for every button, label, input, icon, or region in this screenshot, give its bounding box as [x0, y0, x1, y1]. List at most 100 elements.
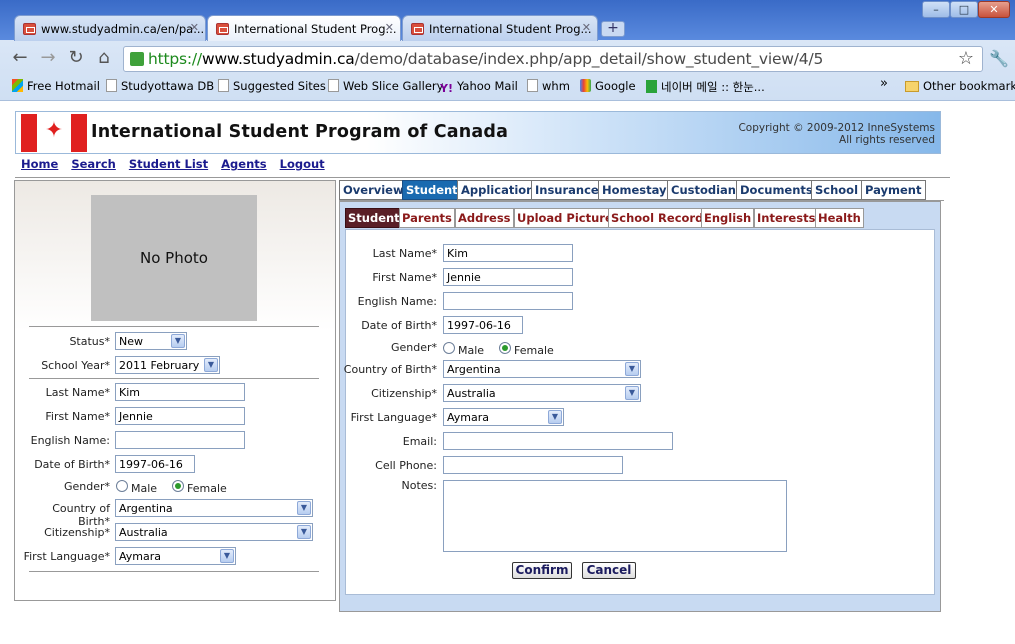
bookmarks-overflow-chevron-icon[interactable]: » — [880, 76, 888, 91]
confirm-button[interactable]: Confirm — [512, 562, 572, 579]
country-value: Argentina — [119, 502, 173, 515]
browser-tab-1[interactable]: www.studyadmin.ca/en/pa... ✕ — [14, 15, 206, 41]
url-path: /demo/database/index.php/app_detail/show… — [354, 50, 824, 68]
reload-icon[interactable]: ↻ — [65, 48, 87, 68]
school-year-select[interactable]: 2011 February ▼ — [115, 356, 220, 374]
gender-female-radio[interactable] — [172, 480, 184, 492]
tab-application[interactable]: Application — [457, 180, 539, 200]
form-dob-field[interactable]: 1997-06-16 — [443, 316, 523, 334]
subtab-school-record[interactable]: School Record — [608, 208, 707, 228]
tab-overview[interactable]: Overview — [339, 180, 408, 200]
tab-insurance[interactable]: Insurance — [531, 180, 603, 200]
form-first-name-field[interactable]: Jennie — [443, 268, 573, 286]
first-language-label: First Language* — [23, 550, 110, 563]
tab-school[interactable]: School — [811, 180, 863, 200]
form-country-of-birth-label: Country of Birth* — [343, 363, 437, 376]
site-favicon-icon — [411, 23, 424, 35]
nav-search-link[interactable]: Search — [71, 157, 116, 171]
address-bar[interactable]: https://www.studyadmin.ca/demo/database/… — [123, 46, 983, 72]
subtab-english[interactable]: English — [701, 208, 755, 228]
window-close-button[interactable]: ✕ — [978, 1, 1010, 18]
browser-tab-label: www.studyadmin.ca/en/pa... — [41, 22, 205, 36]
subtab-health[interactable]: Health — [815, 208, 864, 228]
tab-documents[interactable]: Documents — [736, 180, 817, 200]
subtab-interests[interactable]: Interests — [754, 208, 819, 228]
tab-student[interactable]: Student — [402, 180, 462, 200]
form-first-language-select[interactable]: Aymara ▼ — [443, 408, 564, 426]
first-name-field[interactable]: Jennie — [115, 407, 245, 425]
nav-agents-link[interactable]: Agents — [221, 157, 266, 171]
new-tab-button[interactable]: + — [601, 21, 625, 37]
dob-label: Date of Birth* — [34, 458, 110, 471]
form-gender-female-radio[interactable] — [499, 342, 511, 354]
back-arrow-icon[interactable]: ← — [9, 48, 31, 68]
form-country-of-birth-select[interactable]: Argentina ▼ — [443, 360, 641, 378]
last-name-field[interactable]: Kim — [115, 383, 245, 401]
copyright-line: Copyright © 2009-2012 InneSystems — [738, 122, 935, 134]
form-citizenship-select[interactable]: Australia ▼ — [443, 384, 641, 402]
subtab-student[interactable]: Student — [345, 208, 403, 228]
nav-home-link[interactable]: Home — [21, 157, 58, 171]
bookmarks-bar: Free Hotmail Studyottawa DB Suggested Si… — [0, 76, 1015, 98]
tab-payment[interactable]: Payment — [861, 180, 926, 200]
form-gender-male-radio[interactable] — [443, 342, 455, 354]
minimize-button[interactable]: – — [922, 1, 950, 18]
close-icon[interactable]: ✕ — [385, 21, 394, 34]
form-english-name-label: English Name: — [357, 295, 437, 308]
subtab-upload-picture[interactable]: Upload Picture — [514, 208, 616, 228]
first-language-select[interactable]: Aymara ▼ — [115, 547, 236, 565]
chevron-down-icon: ▼ — [297, 501, 311, 515]
form-gender-label: Gender* — [390, 341, 437, 354]
yahoo-icon: Y! — [440, 82, 453, 95]
bookmark-label: Studyottawa DB — [121, 79, 215, 93]
form-first-name-label: First Name* — [372, 271, 437, 284]
chevron-down-icon: ▼ — [625, 386, 639, 400]
bookmark-suggested-sites[interactable]: Suggested Sites — [218, 79, 326, 93]
form-last-name-field[interactable]: Kim — [443, 244, 573, 262]
status-value: New — [119, 335, 143, 348]
status-select[interactable]: New ▼ — [115, 332, 187, 350]
country-of-birth-select[interactable]: Argentina ▼ — [115, 499, 313, 517]
close-icon[interactable]: ✕ — [190, 21, 199, 34]
form-cell-phone-field[interactable] — [443, 456, 623, 474]
bookmark-naver-mail[interactable]: 네이버 메일 :: 한눈... — [646, 79, 765, 95]
subtab-parents[interactable]: Parents — [399, 208, 455, 228]
bookmark-yahoo-mail[interactable]: Y! Yahoo Mail — [440, 79, 518, 95]
close-icon[interactable]: ✕ — [582, 21, 591, 34]
browser-tab-2[interactable]: International Student Prog... ✕ — [207, 15, 401, 41]
bookmark-free-hotmail[interactable]: Free Hotmail — [12, 79, 100, 93]
tab-custodian[interactable]: Custodian — [667, 180, 740, 200]
bookmark-studyottawa-db[interactable]: Studyottawa DB — [106, 79, 214, 93]
form-dob-label: Date of Birth* — [361, 319, 437, 332]
status-label: Status* — [69, 335, 110, 348]
bookmark-google[interactable]: Google — [580, 79, 636, 93]
form-first-language-label: First Language* — [350, 411, 437, 424]
bookmark-star-icon[interactable]: ☆ — [958, 48, 974, 69]
citizenship-select[interactable]: Australia ▼ — [115, 523, 313, 541]
gender-male-radio[interactable] — [116, 480, 128, 492]
form-english-name-field[interactable] — [443, 292, 573, 310]
wrench-icon[interactable]: 🔧 — [989, 49, 1009, 68]
bookmark-label: 네이버 메일 :: 한눈... — [661, 80, 765, 94]
dob-field[interactable]: 1997-06-16 — [115, 455, 195, 473]
page-icon — [218, 79, 229, 92]
bookmark-web-slice-gallery[interactable]: Web Slice Gallery — [328, 79, 443, 93]
bookmark-whm[interactable]: whm — [527, 79, 570, 93]
country-of-birth-label: Country of Birth* — [52, 502, 110, 528]
cancel-button[interactable]: Cancel — [582, 562, 636, 579]
browser-tab-3[interactable]: International Student Prog... ✕ — [402, 15, 598, 41]
nav-student-list-link[interactable]: Student List — [129, 157, 208, 171]
nav-logout-link[interactable]: Logout — [280, 157, 325, 171]
language-value: Aymara — [119, 550, 162, 563]
tab-homestay[interactable]: Homestay — [598, 180, 671, 200]
home-icon[interactable]: ⌂ — [93, 48, 115, 68]
english-name-field[interactable] — [115, 431, 245, 449]
form-email-field[interactable] — [443, 432, 673, 450]
forward-arrow-icon[interactable]: → — [37, 48, 59, 68]
bookmark-label: Google — [595, 79, 636, 93]
student-summary-panel: No Photo Status* New ▼ School Year* 2011 … — [14, 180, 336, 601]
subtab-address[interactable]: Address — [455, 208, 514, 228]
maximize-button[interactable]: □ — [950, 1, 978, 18]
form-notes-textarea[interactable] — [443, 480, 787, 552]
other-bookmarks[interactable]: Other bookmarks — [905, 79, 1015, 93]
